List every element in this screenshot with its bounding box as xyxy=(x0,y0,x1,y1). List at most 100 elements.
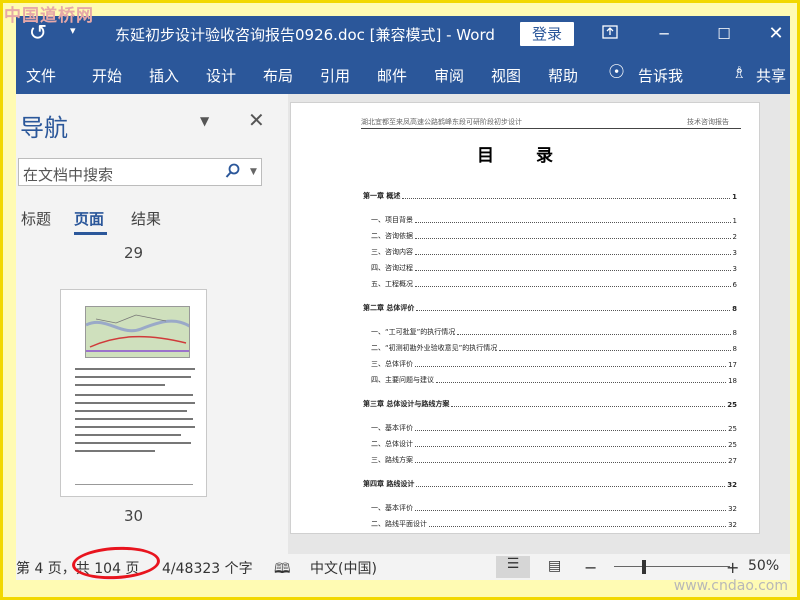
tab-file[interactable]: 文件 xyxy=(26,65,56,86)
toc-section-entry[interactable]: 二、“初测初勘外业验收意见”的执行情况 8 xyxy=(371,341,737,353)
tab-review[interactable]: 审阅 xyxy=(434,65,464,86)
lightbulb-icon[interactable]: ☉ xyxy=(608,61,625,83)
nav-pane-close-icon[interactable]: ✕ xyxy=(248,108,265,132)
toc-entry-text: 三、总体评价 xyxy=(371,360,413,368)
tab-view[interactable]: 视图 xyxy=(491,65,521,86)
nav-tab-active-indicator xyxy=(74,232,107,235)
toc-entry-text: 四、咨询过程 xyxy=(371,264,413,272)
close-window-icon[interactable]: ✕ xyxy=(762,22,790,46)
zoom-out-button[interactable]: − xyxy=(584,558,597,577)
toc-dot-leader xyxy=(415,222,731,223)
zoom-level[interactable]: 50% xyxy=(748,558,779,574)
toc-chapter-entry[interactable]: 第三章 总体设计与路线方案 25 xyxy=(363,397,737,409)
toc-page-number: 32 xyxy=(727,481,737,489)
ribbon-display-options-icon[interactable] xyxy=(596,22,624,46)
toc-page-number: 32 xyxy=(728,521,737,529)
tab-insert[interactable]: 插入 xyxy=(149,65,179,86)
tab-references[interactable]: 引用 xyxy=(320,65,350,86)
toc-page-number: 1 xyxy=(732,217,737,225)
toc-section-entry[interactable]: 四、主要问题与建议 18 xyxy=(371,373,737,385)
toc-section-entry[interactable]: 二、咨询依据 2 xyxy=(371,229,737,241)
toc-page-number: 25 xyxy=(728,441,737,449)
nav-tab-results[interactable]: 结果 xyxy=(131,208,161,229)
toc-section-entry[interactable]: 一、基本评价 25 xyxy=(371,421,737,433)
toc-dot-leader xyxy=(415,446,727,447)
ribbon-tabs: 文件 开始 插入 设计 布局 引用 邮件 审阅 视图 帮助 ☉ 告诉我 ♗ 共享 xyxy=(16,52,790,94)
tell-me-button[interactable]: 告诉我 xyxy=(638,65,683,86)
toc-section-entry[interactable]: 三、总体评价 17 xyxy=(371,357,737,369)
toc-page-number: 1 xyxy=(732,193,737,201)
header-rule xyxy=(361,128,741,129)
language-status[interactable]: 中文(中国) xyxy=(310,558,377,578)
map-image xyxy=(85,306,190,358)
toc-page-number: 27 xyxy=(728,457,737,465)
toc-section-entry[interactable]: 一、“工可批复”的执行情况 8 xyxy=(371,325,737,337)
page-thumbnail-30[interactable] xyxy=(60,289,207,497)
toc-section-entry[interactable]: 二、总体设计 25 xyxy=(371,437,737,449)
nav-tab-headings[interactable]: 标题 xyxy=(21,208,51,229)
login-button[interactable]: 登录 xyxy=(520,22,574,46)
toc-entry-text: 第四章 路线设计 xyxy=(363,480,415,488)
zoom-slider-thumb[interactable] xyxy=(642,560,646,574)
toc-page-number: 3 xyxy=(732,265,737,273)
web-layout-icon[interactable]: ▤ xyxy=(548,558,561,574)
toc-chapter-entry[interactable]: 第四章 路线设计 32 xyxy=(363,477,737,489)
toc-page-number: 8 xyxy=(732,305,737,313)
toc-entry-text: 五、工程概况 xyxy=(371,280,413,288)
toc-page-number: 18 xyxy=(728,377,737,385)
toc-section-entry[interactable]: 四、咨询过程 3 xyxy=(371,261,737,273)
toc-chapter-entry[interactable]: 第二章 总体评价 8 xyxy=(363,301,737,313)
zoom-in-button[interactable]: + xyxy=(726,558,739,577)
toc-dot-leader xyxy=(415,238,731,239)
toc-chapter-entry[interactable]: 第一章 概述 1 xyxy=(363,189,737,201)
toc-entry-text: 二、“初测初勘外业验收意见”的执行情况 xyxy=(371,344,498,352)
tab-mailings[interactable]: 邮件 xyxy=(377,65,407,86)
toc-dot-leader xyxy=(429,526,727,527)
toc-title: 目录 xyxy=(477,146,595,166)
page-number-29: 29 xyxy=(124,244,144,262)
nav-pane-options-icon[interactable]: ▼ xyxy=(200,114,209,128)
search-icon[interactable] xyxy=(225,163,241,183)
word-count-status[interactable]: 4/48323 个字 xyxy=(162,558,253,578)
toc-page-number: 32 xyxy=(728,505,737,513)
watermark-bottom-right: www.cndao.com xyxy=(673,578,788,594)
maximize-icon[interactable]: ☐ xyxy=(710,22,738,46)
toc-section-entry[interactable]: 二、路线平面设计 32 xyxy=(371,517,737,529)
share-button[interactable]: 共享 xyxy=(756,65,786,86)
nav-search-input[interactable]: 在文档中搜索 ▼ xyxy=(18,158,262,186)
toc-entry-text: 一、基本评价 xyxy=(371,424,413,432)
zoom-slider-track[interactable] xyxy=(614,566,730,567)
toc-entry-text: 第一章 概述 xyxy=(363,192,401,200)
search-dropdown-icon[interactable]: ▼ xyxy=(250,167,257,177)
proofing-icon[interactable]: 🕮 xyxy=(274,558,291,582)
tab-design[interactable]: 设计 xyxy=(206,65,236,86)
minimize-icon[interactable]: ─ xyxy=(650,22,678,46)
toc-section-entry[interactable]: 一、基本评价 32 xyxy=(371,501,737,513)
watermark-top-left: 中国道桥网 xyxy=(4,6,94,26)
toc-section-entry[interactable]: 三、路线纵面设计33 xyxy=(371,533,737,534)
search-placeholder: 在文档中搜索 xyxy=(23,166,114,184)
toc-section-entry[interactable]: 三、路线方案 27 xyxy=(371,453,737,465)
toc-entry-text: 第二章 总体评价 xyxy=(363,304,415,312)
tab-help[interactable]: 帮助 xyxy=(548,65,578,86)
print-layout-icon[interactable]: ☰ xyxy=(496,556,530,578)
tab-home[interactable]: 开始 xyxy=(92,65,122,86)
nav-tab-pages[interactable]: 页面 xyxy=(74,208,104,229)
toc-entry-text: 一、项目背景 xyxy=(371,216,413,224)
toc-page-number: 2 xyxy=(732,233,737,241)
workspace: 导航 ▼ ✕ 在文档中搜索 ▼ 标题 页面 结果 29 30 湖北宜都至来凤高速… xyxy=(16,94,790,554)
page-number-30: 30 xyxy=(124,507,144,525)
toc-dot-leader xyxy=(415,270,731,271)
title-bar: ↺ ▾ 东延初步设计验收咨询报告0926.doc [兼容模式] - Word 登… xyxy=(16,16,790,52)
toc-section-entry[interactable]: 三、咨询内容 3 xyxy=(371,245,737,257)
toc-section-entry[interactable]: 一、项目背景 1 xyxy=(371,213,737,225)
toc-dot-leader xyxy=(499,350,731,351)
tab-layout[interactable]: 布局 xyxy=(263,65,293,86)
person-icon[interactable]: ♗ xyxy=(732,63,746,82)
toc-dot-leader xyxy=(436,382,727,383)
toc-entry-text: 四、主要问题与建议 xyxy=(371,376,434,384)
toc-section-entry[interactable]: 五、工程概况 6 xyxy=(371,277,737,289)
toc-dot-leader xyxy=(416,486,726,487)
document-page[interactable]: 湖北宜都至来凤高速公路鹤峰东段可研阶段初步设计 技术咨询报告 目录 第一章 概述… xyxy=(290,102,760,534)
toc-dot-leader xyxy=(415,286,731,287)
